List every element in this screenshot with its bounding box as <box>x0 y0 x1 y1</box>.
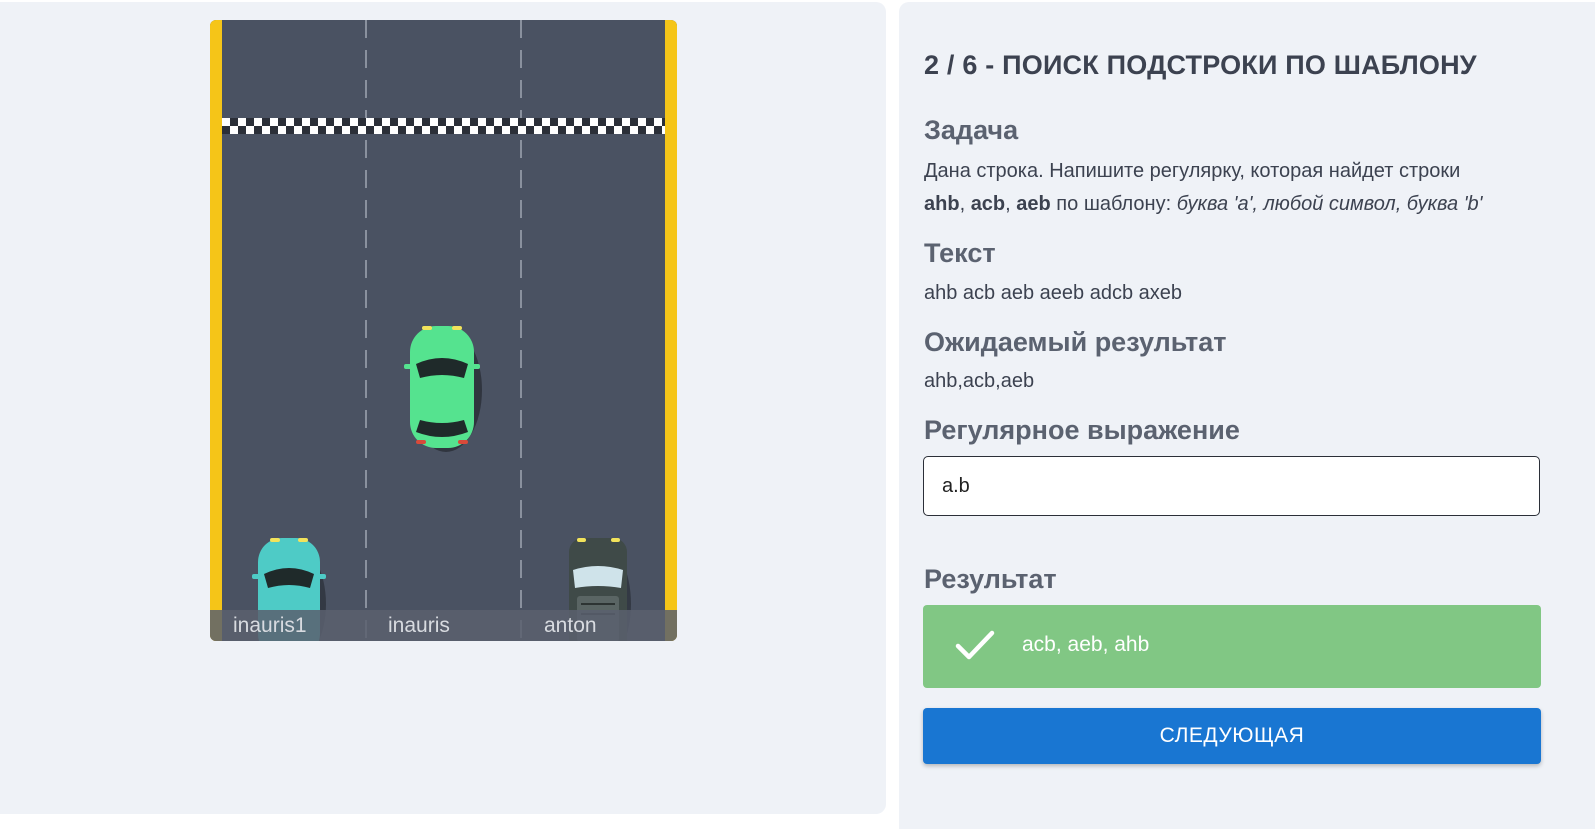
player-name: inauris1 <box>233 614 307 637</box>
task-separator: , <box>959 193 971 215</box>
task-middle-text: по шаблону: <box>1050 193 1177 215</box>
result-box: acb, aeb, ahb <box>923 605 1541 688</box>
regex-heading: Регулярное выражение <box>924 415 1240 445</box>
car-inauris <box>404 326 482 452</box>
race-track: inauris1 inauris anton <box>210 20 677 641</box>
player-name: anton <box>544 614 597 637</box>
expected-heading: Ожидаемый результат <box>924 327 1227 357</box>
player-name: inauris <box>388 614 450 637</box>
task-heading: Задача <box>924 115 1019 145</box>
result-heading: Результат <box>924 564 1057 594</box>
lane-divider <box>365 20 367 641</box>
player-names-bar: inauris1 inauris anton <box>210 610 677 641</box>
task-word: aeb <box>1016 193 1051 215</box>
result-value: acb, aeb, ahb <box>1022 633 1150 656</box>
check-icon <box>955 630 995 660</box>
text-value: ahb acb aeb aeeb adcb axeb <box>924 282 1182 304</box>
right-curb <box>665 20 677 641</box>
task-line: Дана строка. Напишите регулярку, которая… <box>924 160 1461 182</box>
task-word: acb <box>970 193 1006 215</box>
left-curb <box>210 20 222 641</box>
task-separator: , <box>1005 193 1017 215</box>
task-word: ahb <box>924 193 960 215</box>
regex-input[interactable] <box>923 456 1540 516</box>
lane-divider <box>520 20 522 641</box>
text-heading: Текст <box>924 238 996 268</box>
expected-value: ahb,acb,aeb <box>924 370 1035 392</box>
next-button[interactable]: СЛЕДУЮЩАЯ <box>923 708 1541 764</box>
task-description: Дана строка. Напишите регулярку, которая… <box>924 155 1544 221</box>
finish-line <box>222 118 665 134</box>
task-pattern: буква 'a', любой символ, буква 'b' <box>1176 193 1483 215</box>
task-title: 2 / 6 - ПОИСК ПОДСТРОКИ ПО ШАБЛОНУ <box>924 50 1477 80</box>
